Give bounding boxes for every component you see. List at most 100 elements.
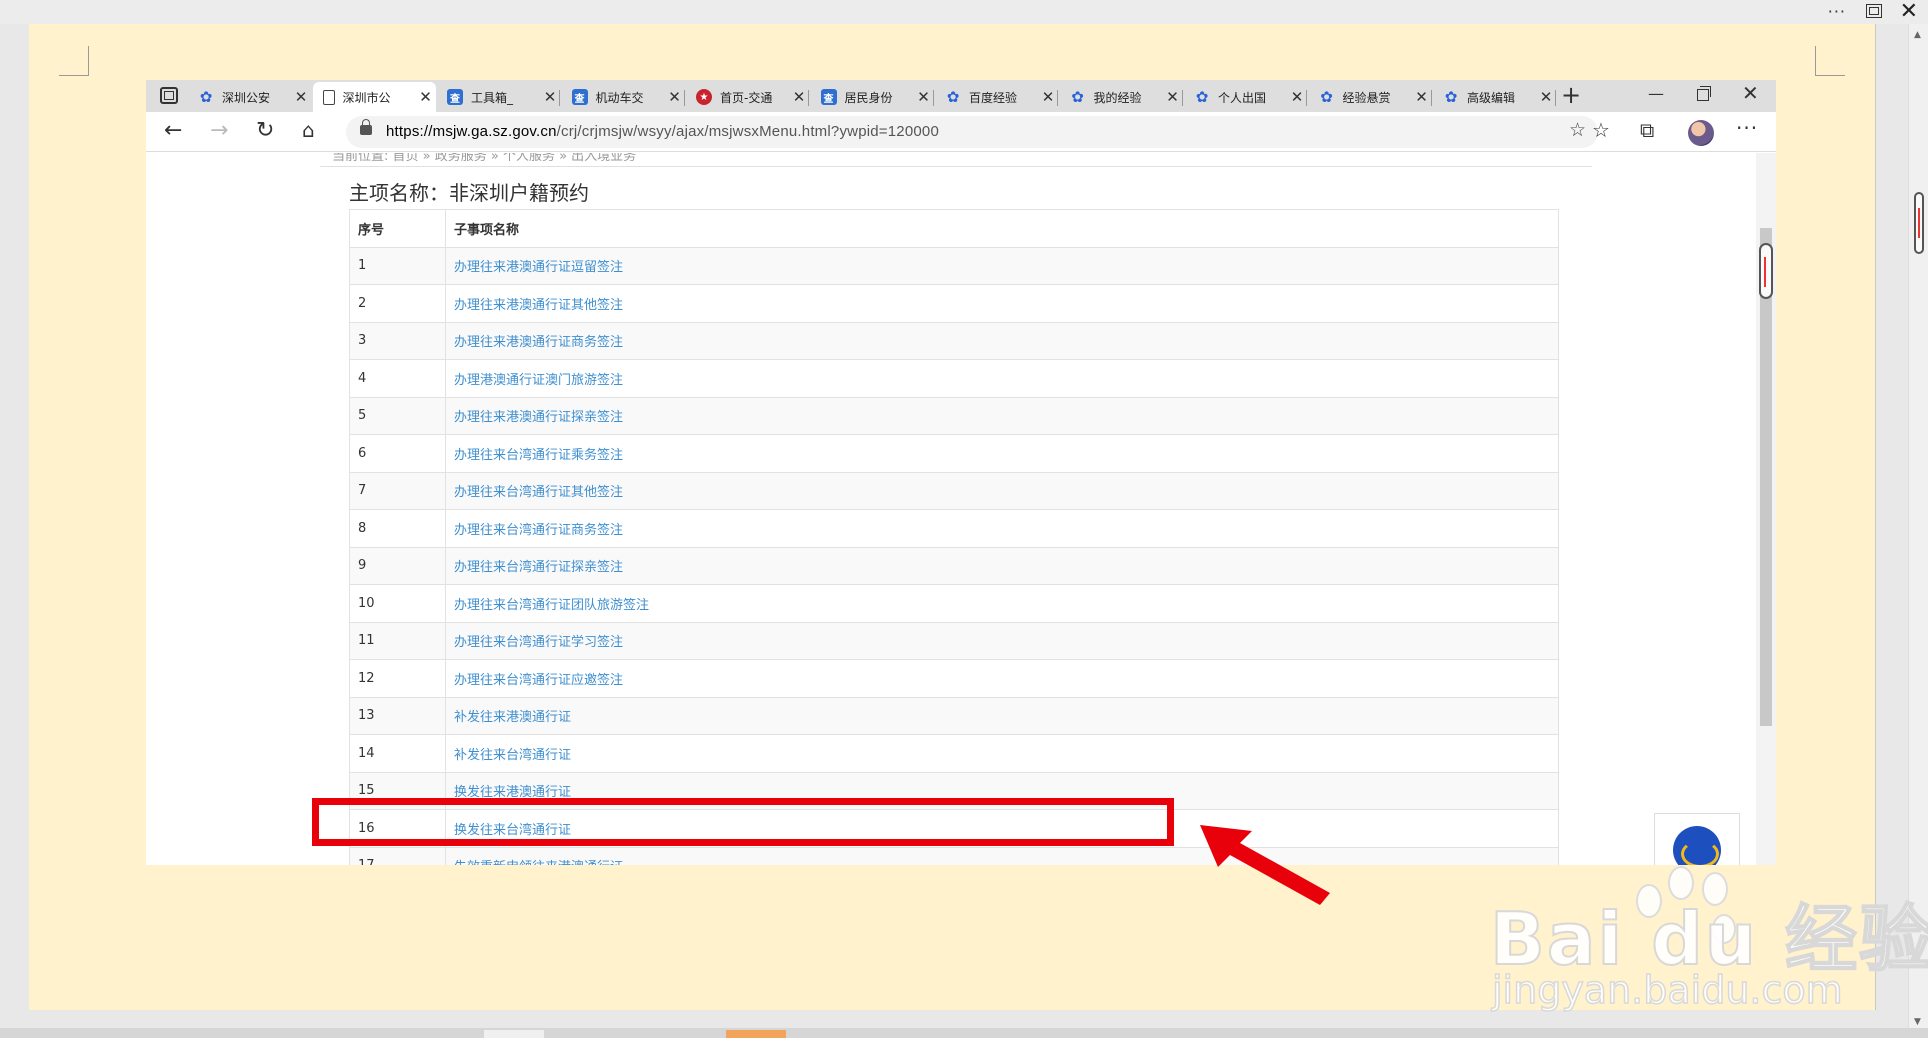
row-number: 13 xyxy=(349,696,446,735)
sub-item-link[interactable]: 办理往来港澳通行证逗留签注 xyxy=(454,260,623,275)
forward-arrow-icon: → xyxy=(210,118,229,143)
table-row: 6 办理往来台湾通行证乘务签注 xyxy=(349,434,1559,473)
scroll-up-arrow-icon[interactable]: ▲ xyxy=(1914,30,1921,40)
close-viewer-icon[interactable]: ✕ xyxy=(1900,0,1918,24)
row-name-cell: 办理往来港澳通行证其他签注 xyxy=(445,284,1559,323)
tab-close-icon[interactable]: ✕ xyxy=(1412,88,1432,106)
maximize-icon[interactable] xyxy=(1697,86,1711,101)
row-number: 14 xyxy=(349,734,446,773)
row-number: 2 xyxy=(349,284,446,323)
sub-item-link[interactable]: 办理往来港澳通行证其他签注 xyxy=(454,298,623,313)
restore-window-icon[interactable] xyxy=(1866,4,1882,18)
url-host: https://msjw.ga.sz.gov.cn xyxy=(386,123,557,140)
sub-item-link[interactable]: 办理往来台湾通行证应邀签注 xyxy=(454,673,623,688)
baidu-paw-icon: ✿ xyxy=(1320,88,1333,106)
lock-icon[interactable] xyxy=(360,119,372,135)
sub-item-link[interactable]: 失效重新申领往来港澳通行证 xyxy=(454,860,623,865)
browser-tab[interactable]: 深圳市公 ✕ xyxy=(312,82,436,112)
more-options-icon[interactable]: ··· xyxy=(1828,2,1846,21)
browser-tab[interactable]: ★ 首页-交通 ✕ xyxy=(686,82,809,112)
page-scroll-thumb[interactable] xyxy=(1759,243,1773,299)
new-tab-button[interactable]: + xyxy=(1561,81,1581,109)
row-name-cell: 办理往来台湾通行证探亲签注 xyxy=(445,546,1559,585)
row-name-cell: 办理往来台湾通行证应邀签注 xyxy=(445,659,1559,698)
sub-item-link[interactable]: 办理往来台湾通行证探亲签注 xyxy=(454,560,623,575)
tab-separator xyxy=(1057,90,1058,106)
pointer-arrow-icon xyxy=(1200,825,1330,905)
sub-item-link[interactable]: 办理往来台湾通行证学习签注 xyxy=(454,635,623,650)
viewer-scroll-thumb[interactable] xyxy=(1914,192,1924,254)
page-scroll-track[interactable] xyxy=(1760,228,1772,726)
tab-close-icon[interactable]: ✕ xyxy=(1038,88,1058,106)
sub-item-link[interactable]: 办理往来台湾通行证其他签注 xyxy=(454,485,623,500)
sub-item-link[interactable]: 办理港澳通行证澳门旅游签注 xyxy=(454,373,623,388)
tab-actions-icon[interactable] xyxy=(160,87,178,104)
back-arrow-icon[interactable]: ← xyxy=(164,118,182,143)
address-bar[interactable]: https://msjw.ga.sz.gov.cn/crj/crjmsjw/ws… xyxy=(346,116,1598,148)
crop-mark-top-right xyxy=(1815,46,1845,76)
tab-close-icon[interactable]: ✕ xyxy=(416,88,436,106)
table-row: 14 补发往来台湾通行证 xyxy=(349,734,1559,773)
tab-close-icon[interactable]: ✕ xyxy=(291,88,311,106)
minimize-icon[interactable]: — xyxy=(1648,84,1664,103)
sub-item-link[interactable]: 办理往来港澳通行证商务签注 xyxy=(454,335,623,350)
row-number: 3 xyxy=(349,321,446,360)
tab-separator xyxy=(1555,90,1556,106)
url-path: /crj/crjmsjw/wsyy/ajax/msjwsxMenu.html?y… xyxy=(556,123,940,140)
add-favorite-icon[interactable]: ☆ xyxy=(1569,119,1586,141)
table-header-row: 序号 子事项名称 xyxy=(349,209,1559,248)
sub-item-link[interactable]: 办理往来台湾通行证商务签注 xyxy=(454,523,623,538)
browser-tab[interactable]: ✿ 深圳公安 ✕ xyxy=(188,82,311,112)
row-name-cell: 办理往来港澳通行证商务签注 xyxy=(445,321,1559,360)
row-number: 9 xyxy=(349,546,446,585)
table-row: 9 办理往来台湾通行证探亲签注 xyxy=(349,546,1559,585)
browser-tab[interactable]: ✿ 经验悬赏 ✕ xyxy=(1309,82,1432,112)
tab-close-icon[interactable]: ✕ xyxy=(1536,88,1556,106)
row-name-cell: 办理港澳通行证澳门旅游签注 xyxy=(445,359,1559,398)
tab-close-icon[interactable]: ✕ xyxy=(540,88,560,106)
sub-item-link[interactable]: 补发往来台湾通行证 xyxy=(454,748,571,763)
sub-item-link[interactable]: 办理往来港澳通行证探亲签注 xyxy=(454,410,623,425)
tab-close-icon[interactable]: ✕ xyxy=(789,88,809,106)
refresh-icon[interactable]: ↻ xyxy=(256,118,274,143)
table-row: 8 办理往来台湾通行证商务签注 xyxy=(349,509,1559,548)
home-icon[interactable]: ⌂ xyxy=(302,118,315,142)
tab-close-icon[interactable]: ✕ xyxy=(914,88,934,106)
browser-tab[interactable]: ✿ 高级编辑 ✕ xyxy=(1433,82,1556,112)
row-number: 11 xyxy=(349,621,446,660)
baidu-paw-icon: ✿ xyxy=(199,88,213,106)
sub-item-link[interactable]: 办理往来台湾通行证乘务签注 xyxy=(454,448,623,463)
divider xyxy=(320,166,1592,167)
tab-label: 高级编辑 xyxy=(1467,90,1516,105)
sub-item-link[interactable]: 补发往来港澳通行证 xyxy=(454,710,571,725)
online-support-button[interactable] xyxy=(1654,813,1740,865)
browser-tab[interactable]: ✿ 个人出国 ✕ xyxy=(1184,82,1307,112)
blue-square-icon: 查 xyxy=(447,89,463,105)
row-name-cell: 办理往来台湾通行证学习签注 xyxy=(445,621,1559,660)
scroll-down-arrow-icon[interactable]: ▼ xyxy=(1914,1017,1921,1027)
row-number: 17 xyxy=(349,846,446,865)
url-text[interactable]: https://msjw.ga.sz.gov.cn/crj/crjmsjw/ws… xyxy=(386,123,939,140)
tab-separator xyxy=(683,90,685,106)
browser-tab[interactable]: ✿ 百度经验 ✕ xyxy=(935,82,1058,112)
browser-tab[interactable]: 查机动车交 ✕ xyxy=(562,82,685,112)
browser-tab[interactable]: 查工具箱_ ✕ xyxy=(437,82,560,112)
tab-separator xyxy=(1306,90,1307,106)
browser-window: ✿ 深圳公安 ✕ 深圳市公 ✕ 查工具箱_ ✕ 查机动车交 ✕ ★ 首页-交通 ✕ 查居民身份 ✕ ✿ 百度经… xyxy=(146,80,1776,865)
collections-icon[interactable]: ⧉ xyxy=(1640,118,1654,142)
close-window-icon[interactable]: ✕ xyxy=(1742,81,1759,105)
tab-label: 深圳公安 xyxy=(222,90,271,105)
browser-tab[interactable]: ✿ 我的经验 ✕ xyxy=(1060,82,1183,112)
tab-close-icon[interactable]: ✕ xyxy=(665,88,685,106)
tab-close-icon[interactable]: ✕ xyxy=(1287,88,1307,106)
page-scrollbar[interactable] xyxy=(1756,153,1776,865)
settings-more-icon[interactable]: ··· xyxy=(1736,116,1758,140)
profile-avatar[interactable] xyxy=(1688,120,1714,146)
tab-separator xyxy=(808,90,809,106)
tab-label: 个人出国 xyxy=(1218,90,1267,105)
tab-close-icon[interactable]: ✕ xyxy=(1163,88,1183,106)
sub-item-link[interactable]: 办理往来台湾通行证团队旅游签注 xyxy=(454,598,649,613)
favorites-icon[interactable]: ☆ xyxy=(1592,118,1610,142)
tab-strip: ✿ 深圳公安 ✕ 深圳市公 ✕ 查工具箱_ ✕ 查机动车交 ✕ ★ 首页-交通 ✕ 查居民身份 ✕ ✿ 百度经… xyxy=(146,80,1776,112)
browser-tab[interactable]: 查居民身份 ✕ xyxy=(811,82,934,112)
